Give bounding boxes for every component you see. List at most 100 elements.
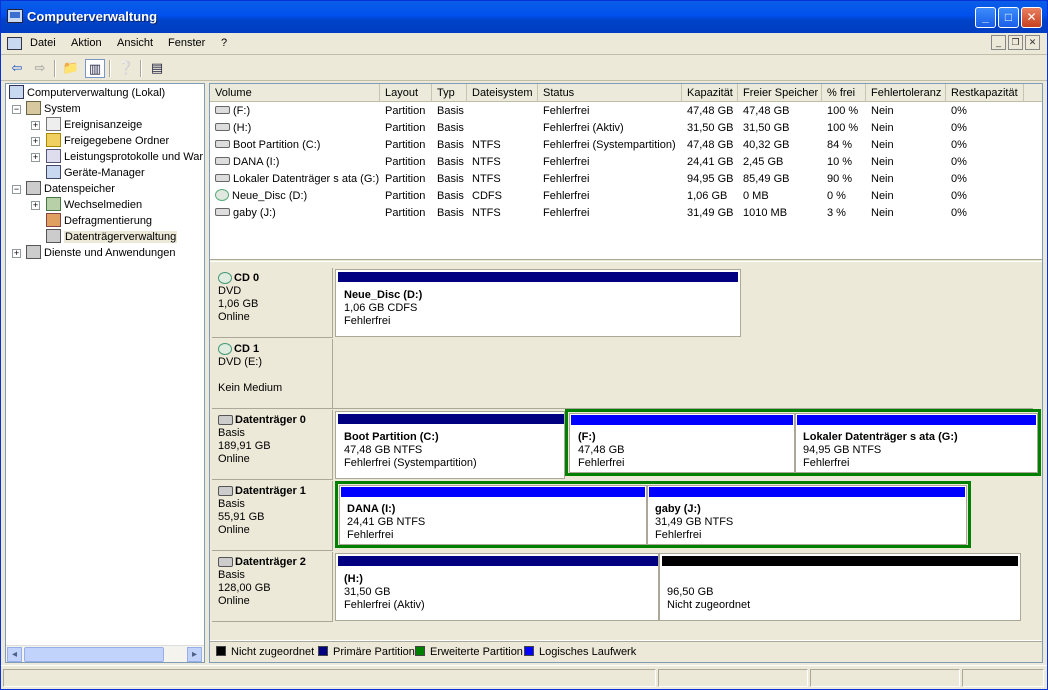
cell-text: 94,95 GB <box>687 173 734 185</box>
cell-cap: 24,41 GB <box>682 154 738 171</box>
tree-horizontal-scrollbar[interactable]: ◂ ▸ <box>6 645 204 662</box>
expand-freigabe-icon[interactable]: + <box>31 137 40 146</box>
volume-pane: Volume Layout Typ Dateisystem Status Kap… <box>209 83 1043 663</box>
partition-size: 94,95 GB NTFS <box>803 444 882 456</box>
status-pane-3 <box>810 669 960 687</box>
cell-text: Neue_Disc (D:) <box>232 190 308 202</box>
table-row[interactable]: Boot Partition (C:) Partition Basis NTFS Feh… <box>210 137 1042 154</box>
partition-size: 24,41 GB NTFS <box>347 516 426 528</box>
forward-arrow-icon[interactable]: ⇨ <box>30 59 50 78</box>
tree-freigegebene-ordner[interactable]: Freigegebene Ordner <box>46 133 169 149</box>
menu-fenster[interactable]: Fenster <box>168 37 205 49</box>
primary-bar <box>338 272 738 282</box>
expand-dienste-icon[interactable]: + <box>12 249 21 258</box>
col-fehlertoleranz[interactable]: Fehlertoleranz <box>866 84 946 102</box>
cell-text: Partition <box>385 190 426 202</box>
disk-label-d2[interactable]: Datenträger 2 Basis 128,00 GB Online <box>212 552 333 622</box>
cell-ft: Nein <box>866 188 946 205</box>
cell-text: Nein <box>871 122 894 134</box>
collapse-datenspeicher-icon[interactable]: − <box>12 185 21 194</box>
scroll-right-icon[interactable]: ▸ <box>187 647 202 662</box>
tree-wechselmedien[interactable]: Wechselmedien <box>46 197 142 213</box>
disk-label-cd0[interactable]: CD 0 DVD 1,06 GB Online <box>212 268 333 338</box>
cell-free: 2,45 GB <box>738 154 822 171</box>
tree-defragmentierung[interactable]: Defragmentierung <box>46 213 152 229</box>
col-volume[interactable]: Volume <box>210 84 380 102</box>
partition-dana[interactable]: DANA (I:) 24,41 GB NTFS Fehlerfrei <box>339 485 647 545</box>
table-row[interactable]: Neue_Disc (D:) Partition Basis CDFS Fehlerfr… <box>210 188 1042 205</box>
table-row[interactable]: DANA (I:) Partition Basis NTFS Fehlerfrei 24,… <box>210 154 1042 171</box>
tree-dienste[interactable]: Dienste und Anwendungen <box>26 245 176 261</box>
tree-datenspeicher[interactable]: Datenspeicher <box>26 181 115 197</box>
tree-geraete-manager[interactable]: Geräte-Manager <box>46 165 145 181</box>
col-freier-speicher[interactable]: Freier Speicher <box>738 84 822 102</box>
partition-g[interactable]: Lokaler Datenträger s ata (G:) 94,95 GB N… <box>795 413 1038 473</box>
partition-boot-c[interactable]: Boot Partition (C:) 47,48 GB NTFS Fehlerfr… <box>335 411 565 479</box>
col-typ[interactable]: Typ <box>432 84 467 102</box>
col-dateisystem[interactable]: Dateisystem <box>467 84 538 102</box>
cell-pct: 100 % <box>822 103 866 120</box>
expand-wechsel-icon[interactable]: + <box>31 201 40 210</box>
tree-root[interactable]: Computerverwaltung (Lokal) <box>9 85 165 101</box>
close-button[interactable]: ✕ <box>1021 7 1042 28</box>
menu-datei[interactable]: Datei <box>30 37 56 49</box>
partition-h[interactable]: (H:) 31,50 GB Fehlerfrei (Aktiv) <box>335 553 659 621</box>
child-close-button[interactable]: ✕ <box>1025 35 1040 50</box>
tools-icon <box>26 101 41 116</box>
child-minimize-button[interactable]: _ <box>991 35 1006 50</box>
volume-icon <box>215 208 230 217</box>
computer-icon <box>9 85 24 100</box>
col-status[interactable]: Status <box>538 84 682 102</box>
cell-cap: 1,06 GB <box>682 188 738 205</box>
cell-rest: 0% <box>946 188 1024 205</box>
show-tree-icon[interactable]: ▥ <box>85 59 105 78</box>
back-arrow-icon[interactable]: ⇦ <box>7 59 27 78</box>
cell-text: Basis <box>437 207 464 219</box>
up-folder-icon[interactable]: 📁 <box>61 59 81 78</box>
disk-label-d0[interactable]: Datenträger 0 Basis 189,91 GB Online <box>212 410 333 480</box>
partition-f[interactable]: (F:) 47,48 GB Fehlerfrei <box>569 413 795 473</box>
menu-ansicht[interactable]: Ansicht <box>117 37 153 49</box>
volume-icon <box>215 123 230 132</box>
cell-text: 31,50 GB <box>687 122 734 134</box>
tree-system[interactable]: System <box>26 101 81 117</box>
table-row[interactable]: (H:) Partition Basis Fehlerfrei (Aktiv) 31,5… <box>210 120 1042 137</box>
scroll-left-icon[interactable]: ◂ <box>7 647 22 662</box>
tree-ereignisanzeige[interactable]: Ereignisanzeige <box>46 117 142 133</box>
tree-leistungsprotokolle[interactable]: Leistungsprotokolle und Warı <box>46 149 204 165</box>
tree-datentraegerverwaltung[interactable]: Datenträgerverwaltung <box>46 229 178 245</box>
menu-aktion[interactable]: Aktion <box>71 37 102 49</box>
partition-gaby[interactable]: gaby (J:) 31,49 GB NTFS Fehlerfrei <box>647 485 967 545</box>
properties-icon[interactable]: ▤ <box>147 59 167 78</box>
menu-help[interactable]: ? <box>221 37 227 49</box>
disk-label-d1[interactable]: Datenträger 1 Basis 55,91 GB Online <box>212 481 333 551</box>
cell-text: NTFS <box>472 207 501 219</box>
scroll-thumb[interactable] <box>24 647 164 662</box>
cell-text: 0% <box>951 156 967 168</box>
help-icon[interactable]: ❔ <box>116 59 136 78</box>
minimize-button[interactable]: _ <box>975 7 996 28</box>
collapse-system-icon[interactable]: − <box>12 105 21 114</box>
col-prozent-frei[interactable]: % frei <box>822 84 866 102</box>
table-row[interactable]: (F:) Partition Basis Fehlerfrei 47,48 GB 47,4… <box>210 103 1042 120</box>
table-row[interactable]: gaby (J:) Partition Basis NTFS Fehlerfrei 31,… <box>210 205 1042 222</box>
cell-text: 47,48 GB <box>687 139 734 151</box>
expand-ereignis-icon[interactable]: + <box>31 121 40 130</box>
expand-leistung-icon[interactable]: + <box>31 153 40 162</box>
disk-label-cd1[interactable]: CD 1 DVD (E:) Kein Medium <box>212 339 333 409</box>
partition-neue-disc[interactable]: Neue_Disc (D:) 1,06 GB CDFS Fehlerfrei <box>335 269 741 337</box>
col-kapazitaet[interactable]: Kapazität <box>682 84 738 102</box>
cd-drive-icon <box>218 272 232 285</box>
maximize-button[interactable]: □ <box>998 7 1019 28</box>
table-row[interactable]: Lokaler Datenträger s ata (G:) Partition B… <box>210 171 1042 188</box>
unallocated-space[interactable]: 96,50 GB Nicht zugeordnet <box>659 553 1021 621</box>
console-icon[interactable] <box>7 37 22 50</box>
col-layout[interactable]: Layout <box>380 84 432 102</box>
cell-text: 24,41 GB <box>687 156 734 168</box>
disk-state: Online <box>218 311 250 323</box>
child-restore-button[interactable]: ❐ <box>1008 35 1023 50</box>
cell-rest: 0% <box>946 120 1024 137</box>
cd-drive-icon <box>218 343 232 356</box>
partition-size: 47,48 GB <box>578 444 625 456</box>
col-restkapazitaet[interactable]: Restkapazität <box>946 84 1024 102</box>
